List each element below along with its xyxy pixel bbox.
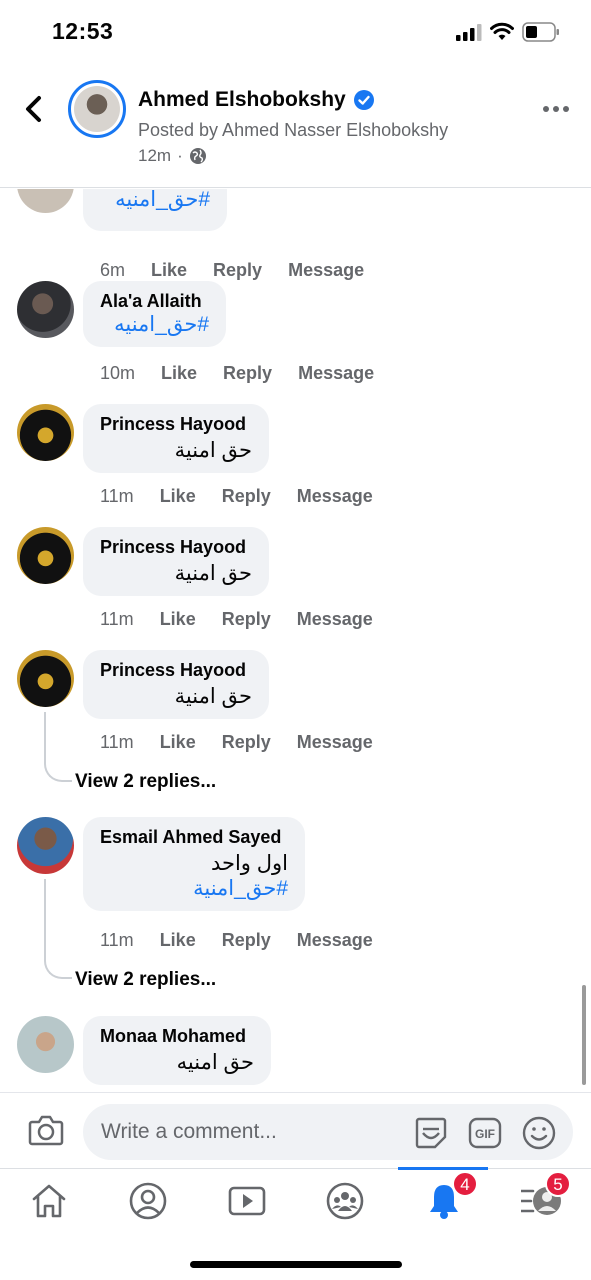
like-button[interactable]: Like: [160, 486, 196, 507]
like-button[interactable]: Like: [151, 260, 187, 281]
comment-actions: 10m Like Reply Message: [100, 363, 400, 384]
verified-badge-icon: [353, 90, 374, 110]
comment-time: 11m: [100, 732, 134, 752]
watch-icon[interactable]: [227, 1181, 267, 1221]
notifications-tab[interactable]: 4: [424, 1171, 478, 1221]
scrollbar[interactable]: [582, 985, 586, 1085]
reply-button[interactable]: Reply: [222, 486, 271, 507]
commenter-avatar[interactable]: [17, 650, 74, 707]
comment-time: 6m: [100, 260, 126, 280]
status-time: 12:53: [52, 18, 114, 44]
author-name[interactable]: Ahmed Elshobokshy: [138, 88, 346, 112]
comment-bubble[interactable]: Monaa Mohamed حق امنيه: [83, 1016, 271, 1085]
message-button[interactable]: Message: [288, 260, 364, 281]
comment-bubble[interactable]: Ala'a Allaith #حق_امنيه: [83, 281, 226, 347]
comment-text: حق امنية: [174, 685, 252, 708]
active-tab-indicator: [398, 1167, 488, 1170]
back-arrow-icon[interactable]: [22, 94, 46, 124]
comment-bubble[interactable]: Princess Hayood حق امنية: [83, 527, 269, 596]
reply-button[interactable]: Reply: [222, 930, 271, 951]
commenter-avatar[interactable]: [17, 281, 74, 338]
reply-thread-line: [44, 879, 72, 979]
home-icon[interactable]: [29, 1181, 69, 1221]
commenter-avatar[interactable]: [17, 1016, 74, 1073]
comment-hashtag[interactable]: #حق_امنية: [100, 876, 288, 901]
comment-actions: 11m Like Reply Message: [100, 609, 399, 630]
message-button[interactable]: Message: [297, 609, 373, 630]
reply-button[interactable]: Reply: [223, 363, 272, 384]
groups-icon[interactable]: [325, 1181, 365, 1221]
like-button[interactable]: Like: [160, 930, 196, 951]
comment-text: حق امنيه: [176, 1051, 254, 1074]
menu-tab[interactable]: 5: [519, 1171, 571, 1221]
menu-badge: 5: [545, 1171, 571, 1197]
comment-time: 10m: [100, 363, 136, 383]
commenter-avatar[interactable]: [17, 527, 74, 584]
posted-by: Posted by Ahmed Nasser Elshobokshy: [138, 120, 449, 140]
comment-actions: 11m Like Reply Message: [100, 930, 399, 951]
commenter-name[interactable]: Princess Hayood: [100, 537, 252, 558]
gif-label: GIF: [475, 1127, 495, 1141]
comment-actions: 6m Like Reply Message: [100, 260, 390, 281]
gif-icon[interactable]: GIF: [467, 1115, 503, 1151]
comment-text: حق امنية: [174, 439, 252, 462]
post-time: 12m: [138, 146, 172, 165]
commenter-avatar[interactable]: [17, 189, 74, 213]
like-button[interactable]: Like: [160, 732, 196, 753]
reply-thread-line: [44, 712, 72, 782]
message-button[interactable]: Message: [297, 930, 373, 951]
comment-bubble[interactable]: #حق_امنيه: [83, 189, 227, 231]
commenter-avatar[interactable]: [17, 404, 74, 461]
reply-button[interactable]: Reply: [222, 609, 271, 630]
message-button[interactable]: Message: [298, 363, 374, 384]
author-avatar[interactable]: [68, 80, 126, 138]
comment-actions: 11m Like Reply Message: [100, 486, 399, 507]
commenter-name[interactable]: Ala'a Allaith: [100, 291, 209, 312]
comment-bubble[interactable]: Esmail Ahmed Sayed اول واحد #حق_امنية: [83, 817, 305, 911]
comment-hashtag[interactable]: #حق_امنيه: [100, 189, 210, 212]
globe-icon: [189, 148, 206, 164]
sticker-icon[interactable]: [413, 1115, 449, 1151]
post-header: Ahmed Elshobokshy Posted by Ahmed Nasser…: [0, 64, 591, 188]
comment-text: حق امنية: [174, 562, 252, 585]
comment-text: اول واحد: [210, 852, 288, 875]
reply-button[interactable]: Reply: [222, 732, 271, 753]
commenter-name[interactable]: Princess Hayood: [100, 414, 252, 435]
post-meta: 12m ·: [138, 146, 207, 166]
view-replies-link[interactable]: View 2 replies...: [75, 969, 216, 991]
meta-separator: ·: [177, 146, 183, 165]
comment-bubble[interactable]: Princess Hayood حق امنية: [83, 404, 269, 473]
comment-actions: 11m Like Reply Message: [100, 732, 399, 753]
emoji-icon[interactable]: [521, 1115, 557, 1151]
comment-time: 11m: [100, 930, 134, 950]
more-options-icon[interactable]: [542, 104, 570, 114]
comments-list[interactable]: #حق_امنيه 6m Like Reply Message Ala'a Al…: [0, 189, 591, 1092]
battery-icon: [522, 22, 559, 42]
commenter-name[interactable]: Monaa Mohamed: [100, 1026, 254, 1047]
wifi-icon: [490, 22, 514, 40]
comment-time: 11m: [100, 609, 134, 629]
commenter-name[interactable]: Esmail Ahmed Sayed: [100, 827, 288, 848]
commenter-name[interactable]: Princess Hayood: [100, 660, 252, 681]
message-button[interactable]: Message: [297, 486, 373, 507]
comment-time: 11m: [100, 486, 134, 506]
profile-icon[interactable]: [128, 1181, 168, 1221]
comment-bubble[interactable]: Princess Hayood حق امنية: [83, 650, 269, 719]
reply-button[interactable]: Reply: [213, 260, 262, 281]
cellular-signal-icon: [456, 24, 482, 41]
home-indicator: [190, 1261, 402, 1268]
camera-icon[interactable]: [28, 1113, 64, 1147]
notifications-badge: 4: [452, 1171, 478, 1197]
view-replies-link[interactable]: View 2 replies...: [75, 771, 216, 793]
message-button[interactable]: Message: [297, 732, 373, 753]
like-button[interactable]: Like: [161, 363, 197, 384]
comment-hashtag[interactable]: #حق_امنيه: [100, 312, 209, 337]
comment-composer: Write a comment... GIF: [0, 1092, 591, 1168]
status-bar: 12:53: [0, 0, 591, 64]
like-button[interactable]: Like: [160, 609, 196, 630]
commenter-avatar[interactable]: [17, 817, 74, 874]
